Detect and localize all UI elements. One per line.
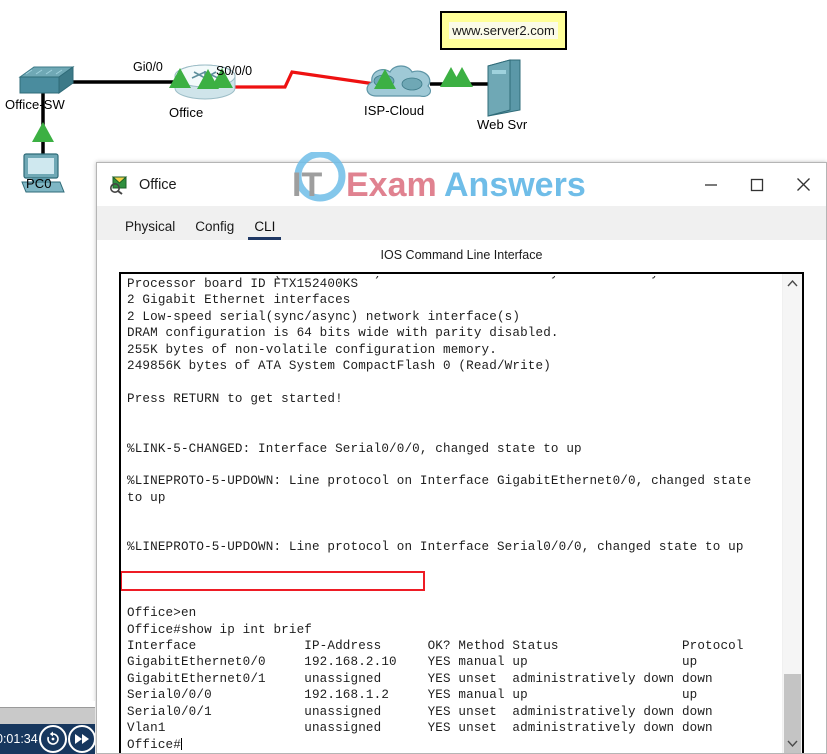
device-icon-switch[interactable] <box>16 65 76 99</box>
tab-physical[interactable]: Physical <box>115 219 185 241</box>
cli-prompt-line: Office# <box>127 737 182 752</box>
taskbar-strip <box>0 707 95 724</box>
screen: Office-SW PC0 Office ISP-Cloud Web Svr G… <box>0 0 827 754</box>
tab-bar: Physical Config CLI <box>97 206 826 240</box>
fast-forward-icon[interactable] <box>67 725 95 753</box>
device-icon-cloud[interactable] <box>362 62 438 106</box>
window-titlebar[interactable]: Office <box>97 163 826 206</box>
device-label-pc0: PC0 <box>26 176 52 191</box>
device-label-web-svr: Web Svr <box>477 117 528 132</box>
cli-output-text: Processor board ID FTX152400KS 2 Gigabit… <box>127 277 752 736</box>
cli-output-area[interactable]: Cisco CISCO1941/K9 (revision 1.0) with 4… <box>121 274 782 753</box>
url-note-box: www.server2.com <box>440 11 567 50</box>
window-controls <box>688 163 826 206</box>
minimize-icon[interactable] <box>688 163 734 206</box>
cli-scrollbar[interactable] <box>782 274 802 753</box>
device-label-isp-cloud: ISP-Cloud <box>364 103 425 118</box>
device-label-office: Office <box>169 105 204 120</box>
device-label-office-sw: Office-SW <box>5 97 65 112</box>
reset-icon[interactable] <box>38 725 67 753</box>
maximize-icon[interactable] <box>734 163 780 206</box>
tab-cli[interactable]: CLI <box>238 213 320 241</box>
simulation-time: 0:01:34 <box>0 732 38 746</box>
device-icon-server[interactable] <box>484 58 524 120</box>
tab-config[interactable]: Config <box>185 219 244 241</box>
simulation-taskbar: 0:01:34 <box>0 724 95 754</box>
cli-panel-title: IOS Command Line Interface <box>97 240 826 270</box>
cli-terminal[interactable]: Cisco CISCO1941/K9 (revision 1.0) with 4… <box>119 272 804 753</box>
url-note-text: www.server2.com <box>449 22 558 39</box>
device-config-window: Office Physical Config CLI IOS Command L… <box>96 162 827 754</box>
scroll-up-icon[interactable] <box>783 274 802 293</box>
close-icon[interactable] <box>780 163 826 206</box>
packet-tracer-icon <box>109 175 129 195</box>
cli-caret <box>180 737 182 750</box>
window-title: Office <box>139 176 177 193</box>
scroll-down-icon[interactable] <box>783 734 802 753</box>
interface-label-s0000: S0/0/0 <box>216 64 253 78</box>
interface-label-gi00: Gi0/0 <box>133 60 163 74</box>
